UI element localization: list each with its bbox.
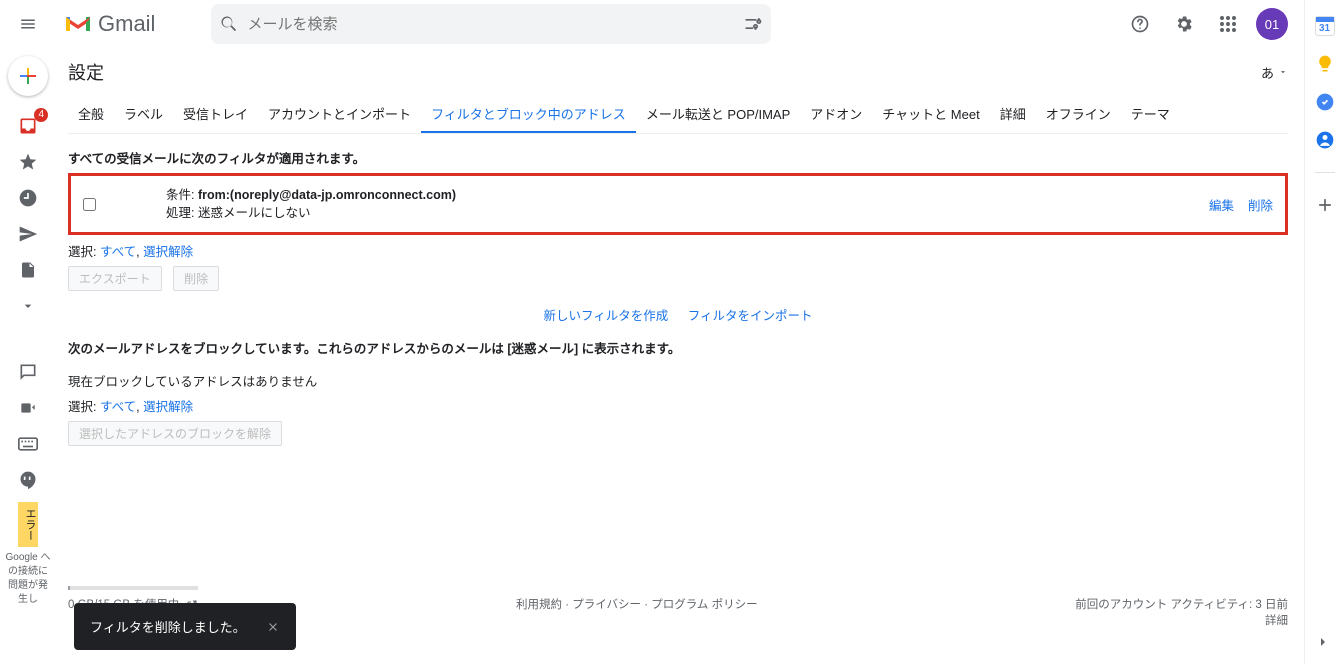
import-filter-link[interactable]: フィルタをインポート bbox=[688, 309, 813, 323]
sent-icon[interactable] bbox=[12, 218, 44, 250]
blocked-select-label: 選択: bbox=[68, 400, 96, 414]
delete-filters-button[interactable]: 削除 bbox=[173, 266, 219, 291]
tab-1[interactable]: ラベル bbox=[114, 96, 173, 133]
calendar-icon[interactable]: 31 bbox=[1315, 16, 1335, 36]
input-language-button[interactable]: あ bbox=[1261, 63, 1288, 82]
compose-button[interactable] bbox=[8, 56, 48, 96]
keep-icon[interactable] bbox=[1315, 54, 1335, 74]
tab-8[interactable]: 詳細 bbox=[990, 96, 1036, 133]
account-avatar[interactable]: 01 bbox=[1256, 8, 1288, 40]
create-filter-link[interactable]: 新しいフィルタを作成 bbox=[543, 309, 668, 323]
select-none-link[interactable]: 選択解除 bbox=[143, 245, 193, 259]
tab-2[interactable]: 受信トレイ bbox=[173, 96, 258, 133]
tab-10[interactable]: テーマ bbox=[1121, 96, 1180, 133]
activity-text: 前回のアカウント アクティビティ: 3 日前 bbox=[1075, 596, 1288, 612]
tab-4[interactable]: フィルタとブロック中のアドレス bbox=[421, 96, 636, 133]
drafts-icon[interactable] bbox=[12, 254, 44, 286]
support-icon[interactable] bbox=[1120, 4, 1160, 44]
filter-delete-link[interactable]: 削除 bbox=[1248, 195, 1273, 214]
snoozed-icon[interactable] bbox=[12, 182, 44, 214]
settings-icon[interactable] bbox=[1164, 4, 1204, 44]
details-link[interactable]: 詳細 bbox=[1075, 612, 1288, 628]
page-title: 設定 bbox=[68, 59, 104, 85]
main-menu-button[interactable] bbox=[8, 4, 48, 44]
chat-icon[interactable] bbox=[12, 356, 44, 388]
contacts-icon[interactable] bbox=[1315, 130, 1335, 150]
addons-plus-icon[interactable] bbox=[1315, 195, 1335, 215]
program-link[interactable]: プログラム ポリシー bbox=[651, 599, 757, 611]
tasks-icon[interactable] bbox=[1315, 92, 1335, 112]
starred-icon[interactable] bbox=[12, 146, 44, 178]
hide-panel-icon[interactable] bbox=[1315, 634, 1335, 654]
terms-link[interactable]: 利用規約 bbox=[516, 599, 562, 611]
logo-text: Gmail bbox=[98, 11, 155, 37]
sidebar-error-badge: エラー bbox=[18, 502, 38, 547]
sidebar-google-text: Google への接続に問題が発生し bbox=[0, 551, 56, 607]
keyboard-icon[interactable] bbox=[12, 428, 44, 460]
tab-0[interactable]: 全般 bbox=[68, 96, 114, 133]
expand-icon[interactable] bbox=[12, 290, 44, 322]
filter-criteria-value: from:(noreply@data-jp.omronconnect.com) bbox=[198, 188, 456, 202]
blocked-select-none-link[interactable]: 選択解除 bbox=[143, 400, 193, 414]
filter-item-highlighted: 条件: from:(noreply@data-jp.omronconnect.c… bbox=[68, 173, 1288, 235]
apps-icon[interactable] bbox=[1208, 4, 1248, 44]
unblock-button[interactable]: 選択したアドレスのブロックを解除 bbox=[68, 421, 282, 446]
left-sidebar: 4 エラー Google への接続に問題が発生し bbox=[0, 48, 56, 664]
select-all-link[interactable]: すべて bbox=[100, 245, 136, 259]
filter-checkbox[interactable] bbox=[83, 198, 96, 211]
app-header: Gmail 01 bbox=[0, 0, 1304, 48]
filters-intro: すべての受信メールに次のフィルタが適用されます。 bbox=[68, 148, 1288, 167]
tab-5[interactable]: メール転送と POP/IMAP bbox=[636, 96, 800, 133]
settings-tabs: 全般ラベル受信トレイアカウントとインポートフィルタとブロック中のアドレスメール転… bbox=[68, 96, 1288, 134]
search-icon bbox=[219, 14, 239, 34]
tab-3[interactable]: アカウントとインポート bbox=[258, 96, 421, 133]
blocked-select-all-link[interactable]: すべて bbox=[100, 400, 136, 414]
toast-close-icon[interactable] bbox=[266, 620, 280, 634]
filter-action-label: 処理: bbox=[166, 206, 194, 220]
meet-icon[interactable] bbox=[12, 392, 44, 424]
filter-edit-link[interactable]: 編集 bbox=[1209, 195, 1234, 214]
export-button[interactable]: エクスポート bbox=[68, 266, 162, 291]
filter-action-value: 迷惑メールにしない bbox=[198, 206, 311, 220]
filter-criteria-label: 条件: bbox=[166, 188, 194, 202]
toast: フィルタを削除しました。 bbox=[74, 603, 296, 650]
gmail-logo[interactable]: Gmail bbox=[56, 11, 163, 37]
search-bar[interactable] bbox=[211, 4, 771, 44]
tab-9[interactable]: オフライン bbox=[1036, 96, 1121, 133]
toast-message: フィルタを削除しました。 bbox=[90, 617, 246, 636]
right-side-panel: 31 bbox=[1304, 0, 1344, 664]
search-input[interactable] bbox=[239, 16, 743, 33]
inbox-badge: 4 bbox=[34, 108, 48, 122]
privacy-link[interactable]: プライバシー bbox=[572, 599, 641, 611]
tab-6[interactable]: アドオン bbox=[800, 96, 872, 133]
tab-7[interactable]: チャットと Meet bbox=[872, 96, 989, 133]
hangouts-icon[interactable] bbox=[12, 464, 44, 496]
blocked-intro: 次のメールアドレスをブロックしています。これらのアドレスからのメールは [迷惑メ… bbox=[68, 338, 1288, 357]
blocked-empty: 現在ブロックしているアドレスはありません bbox=[68, 371, 1288, 390]
inbox-icon[interactable]: 4 bbox=[12, 110, 44, 142]
select-label: 選択: bbox=[68, 245, 96, 259]
search-options-icon[interactable] bbox=[743, 14, 763, 34]
storage-bar bbox=[68, 586, 198, 590]
